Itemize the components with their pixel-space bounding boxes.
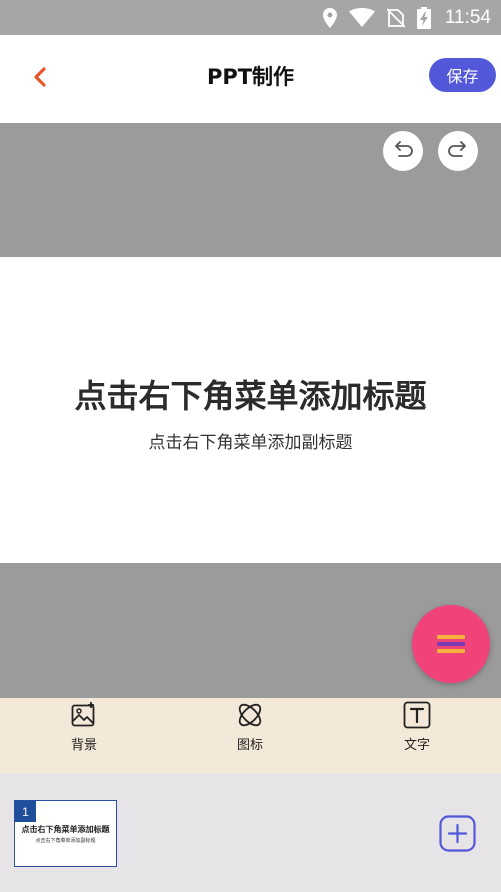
background-image-icon [71,702,95,727]
thumbnail-title: 点击右下角菜单添加标题 [21,825,110,834]
status-icons: 11:54 [322,0,491,35]
text-tool[interactable]: 文字 [377,700,457,760]
status-time: 11:54 [444,6,491,28]
app-header: PPT制作 保存 [0,35,501,123]
add-slide-icon [439,815,476,852]
redo-button[interactable] [438,131,478,171]
background-tool-label: 背景 [70,738,97,753]
menu-icon [437,635,465,653]
wifi-icon [348,8,375,27]
slide-title[interactable]: 点击右下角菜单添加标题 [0,371,501,417]
icon-tool-label: 图标 [236,738,263,753]
slide-subtitle[interactable]: 点击右下角菜单添加副标题 [0,428,501,453]
no-sim-icon [386,7,405,28]
slide-thumbnail[interactable]: 1 点击右下角菜单添加标题 点击右下角菜单添加副标题 [14,800,117,867]
save-button[interactable]: 保存 [429,58,496,92]
add-slide-button[interactable] [439,815,476,852]
icon-tool[interactable]: 图标 [210,700,290,760]
slide-number-badge: 1 [15,801,36,822]
slide-canvas[interactable]: 点击右下角菜单添加标题 点击右下角菜单添加副标题 [0,257,501,563]
text-icon [403,701,431,729]
redo-icon [448,141,466,157]
text-tool-label: 文字 [403,738,430,753]
location-icon [322,7,337,28]
undo-button[interactable] [383,131,423,171]
menu-fab-button[interactable] [412,605,490,683]
atom-icon [238,703,262,727]
undo-icon [395,141,413,157]
page-title: PPT制作 [206,65,295,89]
thumbnail-subtitle: 点击右下角菜单添加副标题 [35,838,96,844]
background-tool[interactable]: 背景 [44,700,124,760]
slides-strip: 1 点击右下角菜单添加标题 点击右下角菜单添加副标题 [0,773,501,892]
battery-charging-icon [416,6,431,29]
bottom-toolbar: 背景 图标 文字 [0,698,501,773]
status-bar: 11:54 [0,0,501,35]
